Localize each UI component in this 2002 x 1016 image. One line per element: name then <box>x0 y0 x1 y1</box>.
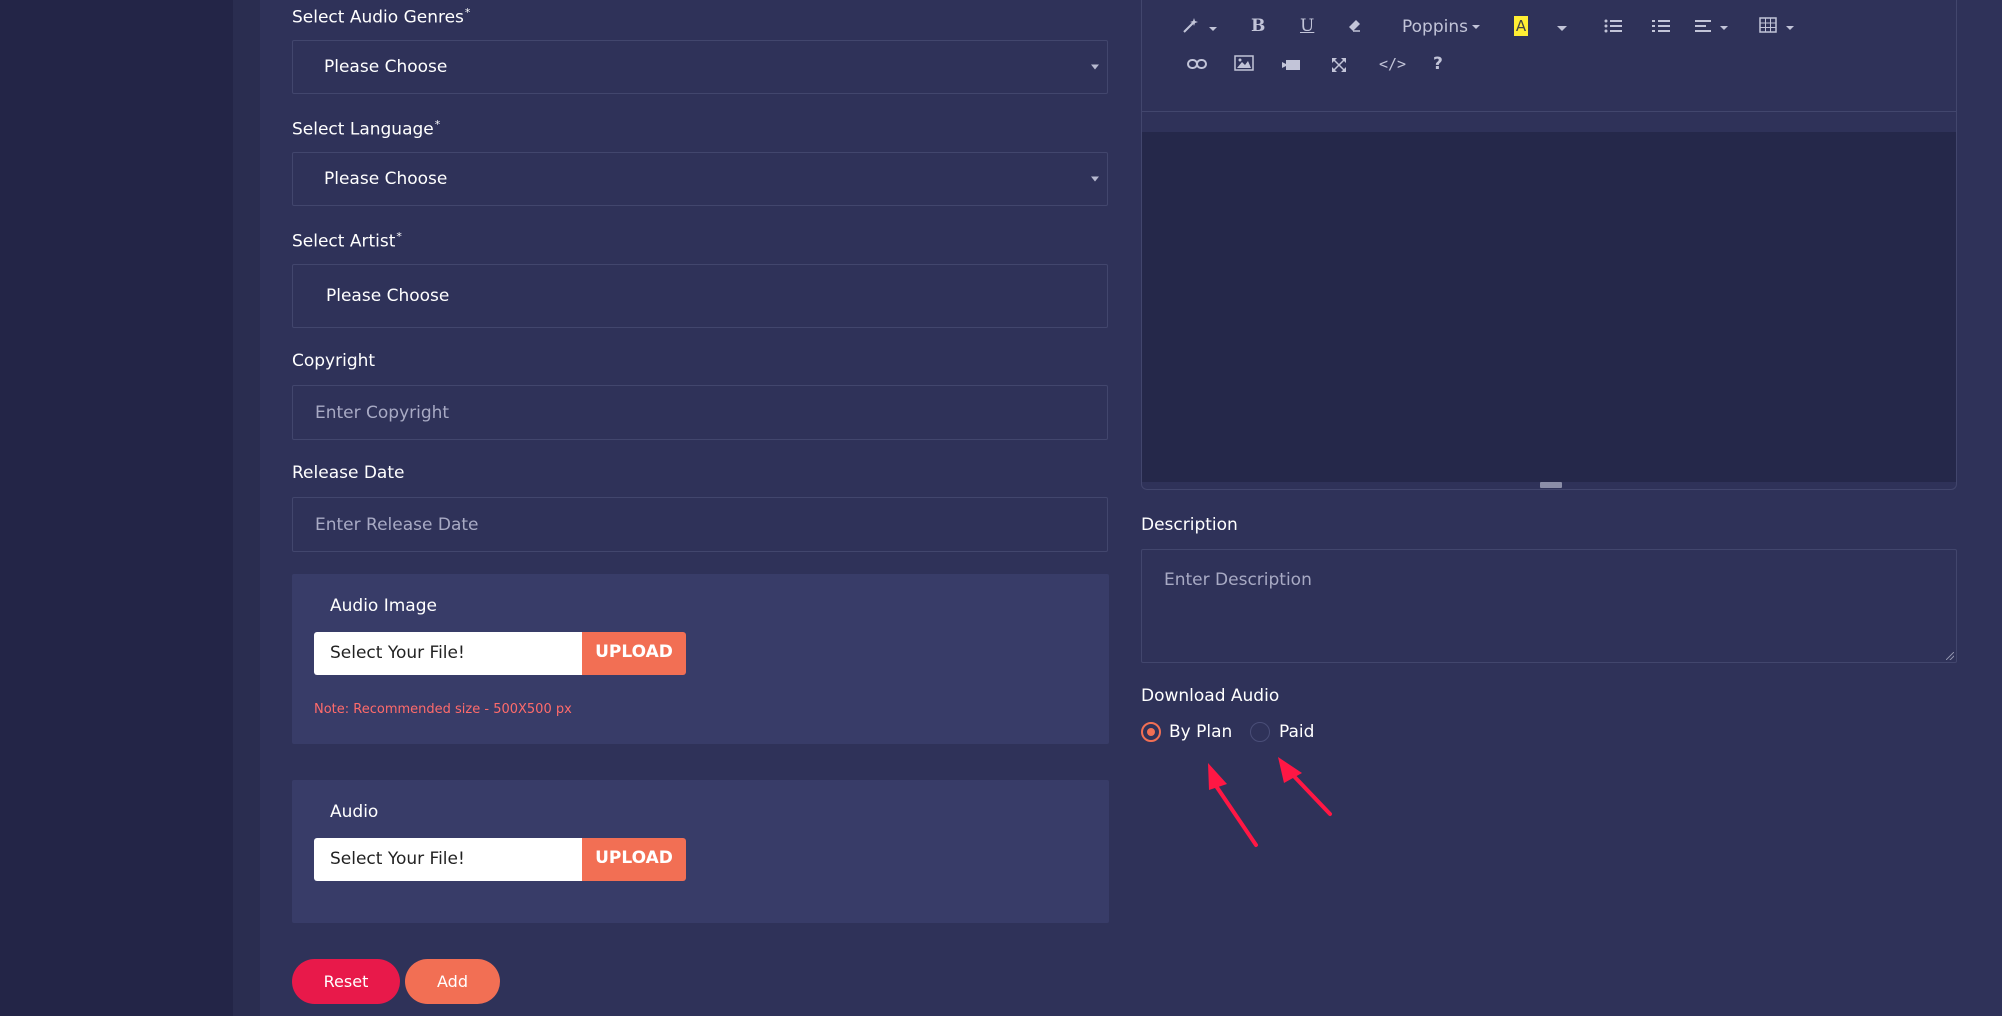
genres-select[interactable]: Please Choose <box>292 40 1108 94</box>
fullscreen-icon[interactable] <box>1331 57 1347 78</box>
language-label: Select Language* <box>292 118 441 140</box>
bold-icon[interactable]: B <box>1251 16 1265 36</box>
language-select[interactable]: Please Choose <box>292 152 1108 206</box>
font-family-dropdown[interactable]: Poppins <box>1402 17 1480 37</box>
eraser-icon[interactable] <box>1347 17 1363 38</box>
artist-label: Select Artist* <box>292 230 402 252</box>
language-select-value: Please Choose <box>324 169 448 189</box>
audio-image-file-field[interactable]: Select Your File! <box>314 632 582 675</box>
description-placeholder: Enter Description <box>1164 570 1312 590</box>
audio-image-upload-button[interactable]: UPLOAD <box>582 632 686 675</box>
artist-select-value: Please Choose <box>326 286 450 306</box>
sidebar-gutter <box>233 0 260 1016</box>
reset-button[interactable]: Reset <box>292 959 400 1004</box>
highlight-color-icon[interactable]: A <box>1514 16 1528 36</box>
annotation-arrows <box>1208 757 1332 847</box>
video-icon[interactable] <box>1282 57 1302 77</box>
chevron-down-icon <box>1091 176 1099 182</box>
copyright-placeholder: Enter Copyright <box>315 402 450 423</box>
description-label: Description <box>1141 515 1238 535</box>
code-view-icon[interactable]: </> <box>1379 55 1406 73</box>
audio-file-field[interactable]: Select Your File! <box>314 838 582 881</box>
copyright-input[interactable]: Enter Copyright <box>292 385 1108 440</box>
textarea-resize-grip[interactable] <box>1946 652 1954 660</box>
radio-paid[interactable] <box>1250 722 1270 742</box>
audio-image-label: Audio Image <box>330 596 437 616</box>
image-icon[interactable] <box>1234 55 1254 76</box>
chevron-down-icon <box>1091 64 1099 70</box>
audio-image-upload-panel: Audio Image Select Your File! UPLOAD Not… <box>292 574 1109 744</box>
ordered-list-icon[interactable] <box>1652 18 1670 39</box>
artist-select[interactable]: Please Choose <box>292 264 1108 328</box>
toolbar-divider <box>1142 111 1956 112</box>
arrow-icon <box>1208 763 1258 847</box>
unordered-list-icon[interactable] <box>1604 18 1622 39</box>
magic-wand-icon[interactable] <box>1182 16 1217 39</box>
radio-by-plan[interactable] <box>1141 722 1161 742</box>
link-icon[interactable] <box>1187 56 1207 76</box>
underline-icon[interactable]: U <box>1300 16 1314 36</box>
audio-image-size-note: Note: Recommended size - 500X500 px <box>314 702 572 717</box>
genres-select-value: Please Choose <box>324 57 448 77</box>
audio-upload-panel: Audio Select Your File! UPLOAD <box>292 780 1109 923</box>
radio-by-plan-label[interactable]: By Plan <box>1169 722 1232 742</box>
genres-label: Select Audio Genres* <box>292 6 471 28</box>
help-icon[interactable]: ? <box>1433 54 1443 74</box>
sidebar <box>0 0 233 1016</box>
add-button[interactable]: Add <box>405 959 500 1004</box>
audio-upload-button[interactable]: UPLOAD <box>582 838 686 881</box>
align-icon[interactable] <box>1695 18 1728 38</box>
resize-handle[interactable] <box>1540 482 1562 488</box>
download-audio-label: Download Audio <box>1141 686 1280 706</box>
arrow-icon <box>1278 757 1332 816</box>
editor-content-area[interactable] <box>1142 132 1956 482</box>
copyright-label: Copyright <box>292 351 376 371</box>
color-dropdown-icon[interactable] <box>1557 26 1567 31</box>
release-date-input[interactable]: Enter Release Date <box>292 497 1108 552</box>
table-icon[interactable] <box>1759 17 1794 38</box>
rich-text-editor: B U Poppins A </> ? <box>1141 0 1957 490</box>
audio-label: Audio <box>330 802 379 822</box>
description-textarea[interactable]: Enter Description <box>1141 549 1957 663</box>
release-date-placeholder: Enter Release Date <box>315 514 479 535</box>
radio-paid-label[interactable]: Paid <box>1279 722 1314 742</box>
release-date-label: Release Date <box>292 463 405 483</box>
